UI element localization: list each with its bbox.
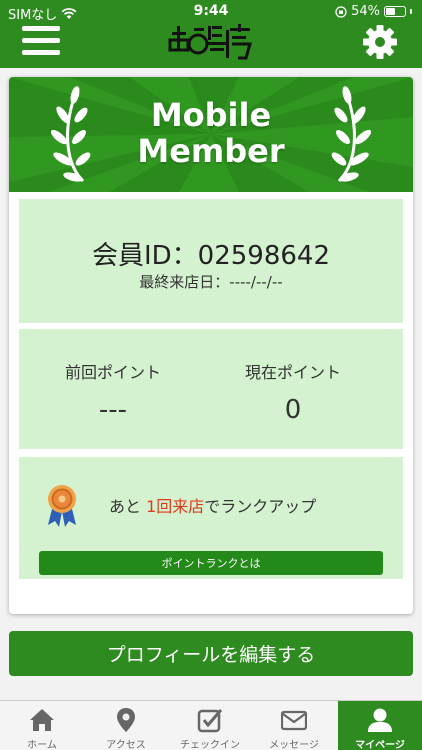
points-panel: 前回ポイント --- 現在ポイント 0	[19, 329, 403, 449]
tab-label: ホーム	[27, 740, 57, 750]
orientation-lock-icon	[335, 5, 347, 18]
edit-profile-button[interactable]: プロフィールを編集する	[9, 631, 413, 676]
battery-indicator: 54%	[335, 4, 412, 19]
tab-mypage[interactable]: マイページ	[338, 701, 422, 750]
banner-title-line2: Member	[137, 132, 285, 170]
checkin-icon	[197, 709, 223, 733]
home-icon	[30, 709, 54, 731]
banner-title-line1: Mobile	[150, 96, 272, 134]
current-points-value: 0	[284, 395, 302, 425]
previous-points-value: ---	[98, 395, 128, 425]
status-bar: SIMなし 9:44 54%	[0, 0, 422, 24]
member-id-panel: 会員ID：02598642 最終来店日：----/--/--	[19, 199, 403, 323]
tab-bar: ホーム アクセス チェックイン メッセージ マイページ	[0, 700, 422, 750]
tab-access[interactable]: アクセス	[84, 701, 168, 750]
battery-percent: 54%	[351, 4, 380, 19]
rank-msg-suffix: でランクアップ	[204, 497, 317, 516]
hamburger-icon[interactable]	[22, 26, 60, 58]
mail-icon	[281, 710, 307, 731]
previous-points-label: 前回ポイント	[64, 363, 161, 382]
app-header: SIMなし 9:44 54%	[0, 0, 422, 68]
user-icon	[368, 708, 392, 732]
member-id: 会員ID：02598642	[91, 241, 331, 271]
tab-checkin[interactable]: チェックイン	[168, 701, 252, 750]
last-visit-date: 最終来店日：----/--/--	[139, 273, 283, 291]
clinic-logo	[168, 24, 252, 60]
tab-message[interactable]: メッセージ	[252, 701, 336, 750]
point-rank-info-button[interactable]: ポイントランクとは	[39, 551, 383, 575]
current-points-label: 現在ポイント	[244, 363, 341, 382]
member-banner: Mobile Member	[9, 77, 413, 192]
map-pin-icon	[117, 708, 135, 732]
current-points: 現在ポイント 0	[203, 359, 383, 425]
tab-label: マイページ	[355, 740, 405, 750]
battery-icon	[384, 6, 406, 17]
tab-label: チェックイン	[180, 740, 240, 750]
previous-points: 前回ポイント ---	[23, 359, 203, 425]
tab-home[interactable]: ホーム	[0, 701, 84, 750]
member-card: Mobile Member 会員ID：02598642 最終来店日：----/-…	[9, 77, 413, 614]
gear-icon[interactable]	[362, 24, 398, 60]
rank-up-message: あと 1回来店でランクアップ	[109, 493, 316, 517]
rank-msg-highlight: 1回来店	[146, 497, 205, 516]
rank-panel: あと 1回来店でランクアップ ポイントランクとは	[19, 457, 403, 579]
tab-label: メッセージ	[269, 740, 319, 750]
medal-icon	[48, 485, 76, 527]
rank-msg-prefix: あと	[109, 497, 142, 516]
banner-title: Mobile Member	[9, 97, 413, 169]
tab-label: アクセス	[106, 740, 146, 750]
